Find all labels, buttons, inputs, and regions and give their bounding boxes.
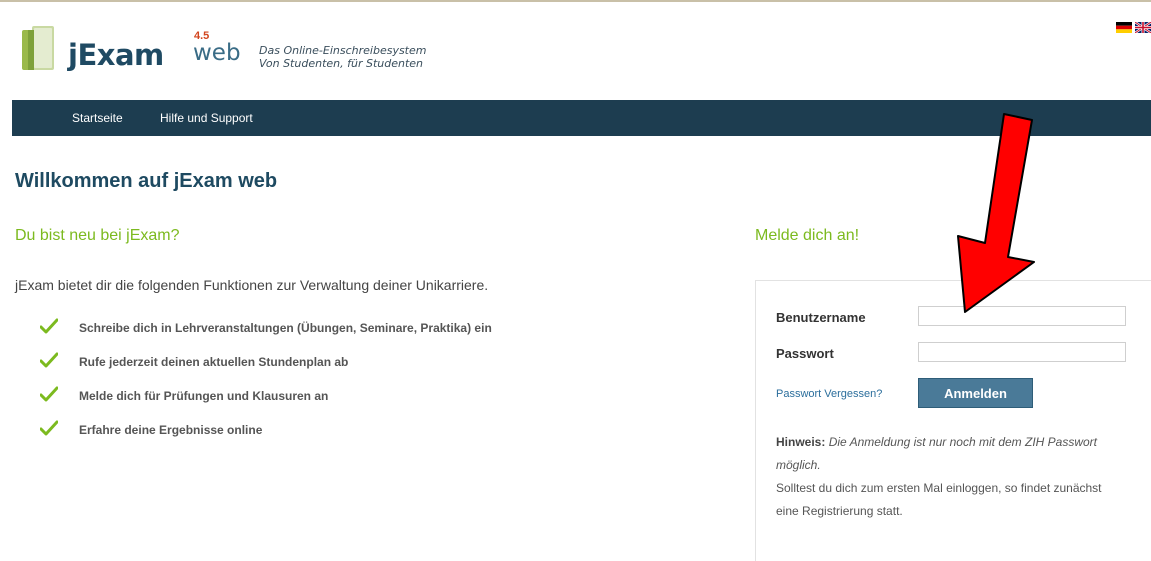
checkmark-icon — [40, 386, 58, 402]
hint-text: Solltest du dich zum ersten Mal einlogge… — [776, 481, 1102, 518]
checkmark-icon — [40, 420, 58, 436]
red-arrow-annotation — [957, 113, 1035, 313]
top-border — [0, 0, 1151, 2]
tagline-line-1: Das Online-Einschreibesystem — [259, 44, 427, 57]
uk-flag-icon[interactable] — [1135, 22, 1151, 33]
username-label: Benutzername — [776, 310, 866, 325]
intro-heading: Du bist neu bei jExam? — [15, 227, 180, 244]
password-input[interactable] — [918, 342, 1126, 362]
feature-text: Erfahre deine Ergebnisse online — [79, 423, 263, 437]
page-title: Willkommen auf jExam web — [15, 170, 278, 192]
logo-name: jExam — [68, 38, 164, 72]
feature-text: Melde dich für Prüfungen und Klausuren a… — [79, 389, 329, 403]
feature-text: Schreibe dich in Lehrveranstaltungen (Üb… — [79, 321, 492, 335]
checkmark-icon — [40, 352, 58, 368]
login-button[interactable]: Anmelden — [918, 378, 1033, 408]
password-label: Passwort — [776, 346, 834, 361]
tagline: Das Online-Einschreibesystem Von Student… — [259, 44, 426, 70]
checkmark-icon — [40, 318, 58, 334]
login-heading: Melde dich an! — [755, 227, 860, 244]
hint-italic-text: Die Anmeldung ist nur noch mit dem ZIH P… — [776, 435, 1098, 472]
login-hint: Hinweis: Die Anmeldung ist nur noch mit … — [776, 431, 1116, 523]
intro-text: jExam bietet dir die folgenden Funktione… — [15, 277, 489, 293]
book-logo-icon — [22, 26, 54, 70]
logo-suffix: web — [193, 40, 241, 66]
nav-item-startseite[interactable]: Startseite — [72, 111, 123, 125]
nav-item-hilfe-support[interactable]: Hilfe und Support — [160, 111, 253, 125]
hint-label: Hinweis: — [776, 435, 826, 449]
german-flag-icon[interactable] — [1116, 22, 1132, 33]
feature-text: Rufe jederzeit deinen aktuellen Stundenp… — [79, 355, 349, 369]
tagline-line-2: Von Studenten, für Studenten — [259, 57, 424, 70]
forgot-password-link[interactable]: Passwort Vergessen? — [776, 388, 882, 400]
